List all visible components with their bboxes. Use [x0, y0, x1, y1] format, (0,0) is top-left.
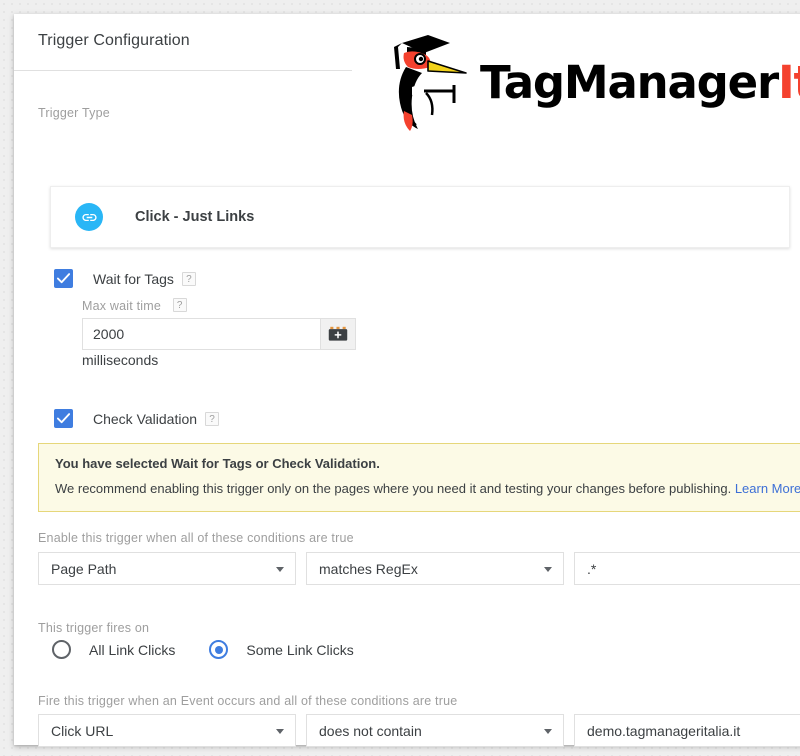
max-wait-time-input[interactable]	[82, 318, 320, 350]
variable-brick-plus-icon	[328, 326, 348, 341]
trigger-configuration-card: Trigger Configuration TagManagerI Trigge…	[14, 14, 800, 747]
condition-row: Page Path matches RegEx	[38, 552, 800, 585]
radio-some-link-clicks[interactable]: Some Link Clicks	[209, 640, 354, 659]
condition-operator-value: matches RegEx	[319, 560, 418, 577]
table-row: Click URL does not contain	[38, 714, 800, 747]
learn-more-link[interactable]: Learn More.	[735, 481, 800, 496]
check-validation-checkbox[interactable]	[54, 409, 73, 428]
wait-for-tags-label: Wait for Tags	[93, 270, 174, 287]
wait-for-tags-help-icon[interactable]: ?	[181, 271, 196, 286]
milliseconds-label: milliseconds	[82, 352, 159, 368]
condition-operator-select[interactable]: matches RegEx	[306, 552, 564, 585]
wait-for-tags-row[interactable]: Wait for Tags ?	[54, 269, 196, 288]
card-header: Trigger Configuration	[14, 14, 800, 71]
radio-all-link-clicks-label: All Link Clicks	[89, 641, 176, 658]
fires-on-label: This trigger fires on	[38, 621, 150, 635]
warning-banner-text: We recommend enabling this trigger only …	[55, 481, 800, 496]
variable-picker-button[interactable]	[320, 318, 356, 350]
page-title: Trigger Configuration	[38, 32, 190, 49]
radio-all-link-clicks[interactable]: All Link Clicks	[52, 640, 175, 659]
trigger-type-label: Trigger Type	[38, 106, 110, 120]
condition-value-input[interactable]	[574, 552, 800, 585]
event-condition-variable-value: Click URL	[51, 722, 114, 739]
event-condition-variable-select[interactable]: Click URL	[38, 714, 296, 747]
chevron-down-icon	[276, 728, 284, 734]
warning-banner-body: We recommend enabling this trigger only …	[55, 481, 732, 496]
chevron-down-icon	[276, 566, 284, 572]
condition-variable-value: Page Path	[51, 560, 117, 577]
header-divider	[14, 70, 352, 71]
enable-conditions-rows: Page Path matches RegEx	[38, 552, 800, 594]
max-wait-time-field	[82, 318, 356, 350]
radio-some-link-clicks-indicator[interactable]	[209, 640, 229, 659]
event-condition-value-input[interactable]	[574, 714, 800, 747]
event-conditions-rows: Click URL does not contain Click URL doe…	[38, 714, 800, 756]
max-wait-time-label-group: Max wait time ?	[82, 298, 187, 313]
warning-banner-title: You have selected Wait for Tags or Check…	[55, 456, 380, 471]
event-condition-operator-select[interactable]: does not contain	[306, 714, 564, 747]
trigger-type-selector[interactable]: Click - Just Links	[50, 186, 790, 248]
wait-for-tags-checkbox[interactable]	[54, 269, 73, 288]
check-validation-help-icon[interactable]: ?	[205, 411, 220, 426]
event-condition-operator-value: does not contain	[319, 722, 422, 739]
check-validation-row[interactable]: Check Validation ?	[54, 409, 220, 428]
radio-some-link-clicks-label: Some Link Clicks	[246, 641, 354, 658]
chevron-down-icon	[544, 728, 552, 734]
trigger-type-value: Click - Just Links	[135, 209, 255, 225]
max-wait-time-help-icon[interactable]: ?	[172, 298, 187, 312]
radio-all-link-clicks-indicator[interactable]	[52, 640, 71, 659]
event-conditions-label: Fire this trigger when an Event occurs a…	[38, 694, 458, 708]
fires-on-radio-group: All Link Clicks Some Link Clicks	[52, 640, 354, 659]
chevron-down-icon	[544, 566, 552, 572]
warning-banner: You have selected Wait for Tags or Check…	[38, 443, 800, 512]
enable-conditions-label: Enable this trigger when all of these co…	[38, 531, 354, 545]
condition-variable-select[interactable]: Page Path	[38, 552, 296, 585]
link-icon	[75, 203, 103, 231]
check-validation-label: Check Validation	[93, 410, 198, 427]
max-wait-time-label: Max wait time	[82, 299, 162, 313]
